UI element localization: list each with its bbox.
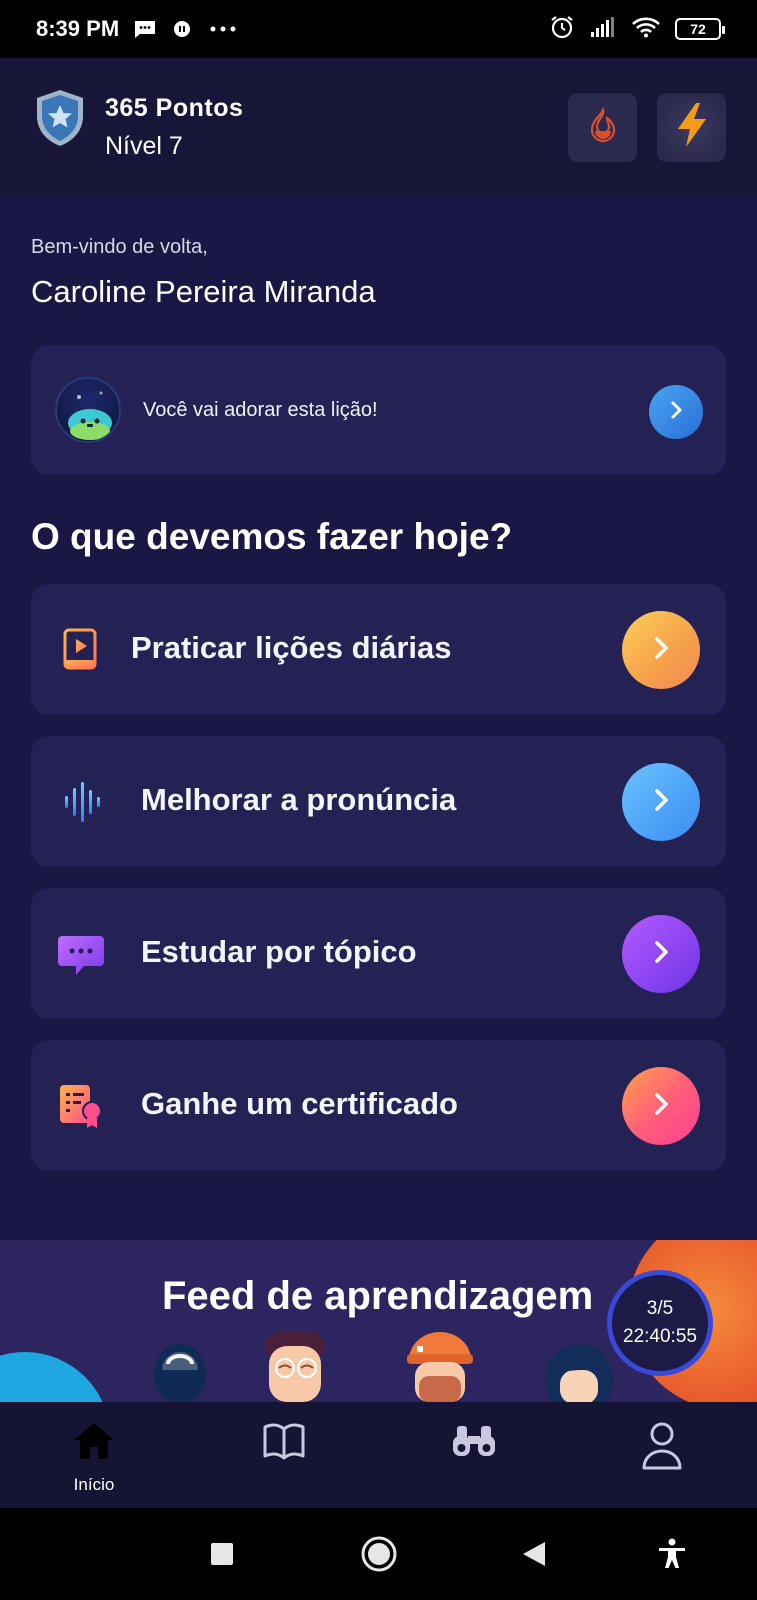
learning-feed-banner[interactable]: Feed de aprendizagem 3/5 22:40:55: [0, 1240, 757, 1402]
points-count: 365 Pontos: [105, 94, 244, 122]
more-dots-icon: [209, 19, 236, 39]
action-topic-study[interactable]: Estudar por tópico: [31, 888, 726, 1019]
shield-star-icon: [33, 88, 87, 148]
mascot-avatar-icon: [55, 377, 121, 443]
action-label: Ganhe um certificado: [141, 1086, 458, 1121]
chevron-right-icon: [650, 938, 672, 971]
character-woman-dark-hair-icon: [545, 1344, 613, 1402]
character-man-glasses-icon: [265, 1332, 325, 1402]
sound-wave-icon: [53, 774, 109, 830]
streak-button[interactable]: [568, 93, 637, 162]
pronunciation-go-button[interactable]: [622, 763, 700, 841]
action-daily-lessons[interactable]: Praticar lições diárias: [31, 584, 726, 715]
chevron-right-icon: [667, 399, 685, 426]
book-icon: [261, 1420, 307, 1467]
topic-study-go-button[interactable]: [622, 915, 700, 993]
nav-home[interactable]: Início: [46, 1420, 142, 1500]
action-certificate[interactable]: Ganhe um certificado: [31, 1040, 726, 1171]
home-circle-icon[interactable]: [357, 1532, 401, 1576]
status-right: 72: [549, 14, 725, 45]
action-label: Praticar lições diárias: [131, 630, 452, 665]
timer-count: 3/5: [646, 1298, 674, 1319]
chevron-right-icon: [650, 634, 672, 667]
action-label: Estudar por tópico: [141, 934, 417, 969]
message-icon: [133, 19, 157, 39]
wifi-icon: [631, 16, 661, 43]
suggestion-text: Você vai adorar esta lição!: [143, 399, 378, 421]
chat-bubble-icon: [53, 926, 109, 982]
user-name: Caroline Pereira Miranda: [31, 274, 376, 309]
signal-icon: [589, 16, 617, 43]
feed-timer: 3/5 22:40:55: [607, 1270, 713, 1376]
nav-profile[interactable]: [614, 1420, 710, 1500]
status-time: 8:39 PM: [36, 16, 120, 41]
bottom-navigation: Início: [0, 1402, 757, 1508]
back-triangle-icon[interactable]: [512, 1532, 556, 1576]
record-icon: [171, 19, 195, 39]
recents-square-icon[interactable]: [200, 1532, 244, 1576]
chevron-right-icon: [650, 1090, 672, 1123]
section-title: O que devemos fazer hoje?: [31, 516, 513, 557]
lesson-book-icon: [53, 622, 109, 678]
home-icon: [71, 1420, 117, 1467]
alarm-icon: [549, 14, 575, 45]
daily-lessons-go-button[interactable]: [622, 611, 700, 689]
certificate-icon: [53, 1078, 109, 1134]
status-left: 8:39 PM: [36, 16, 236, 42]
chevron-right-icon: [650, 786, 672, 819]
certificate-go-button[interactable]: [622, 1067, 700, 1145]
action-pronunciation[interactable]: Melhorar a pronúncia: [31, 736, 726, 867]
energy-button[interactable]: [657, 93, 726, 162]
suggestion-go-button[interactable]: [649, 385, 703, 439]
app-header: 365 Pontos Nível 7: [0, 58, 757, 198]
level-label: Nível 7: [105, 132, 183, 160]
flame-outline-icon: [586, 106, 620, 148]
profile-icon: [639, 1420, 685, 1477]
lightning-icon: [672, 101, 712, 154]
timer-time: 22:40:55: [623, 1326, 697, 1347]
nav-explore[interactable]: [426, 1420, 522, 1500]
nav-lessons[interactable]: [236, 1420, 332, 1500]
character-man-beanie-icon: [407, 1332, 473, 1402]
binoculars-icon: [449, 1420, 499, 1467]
status-bar: 8:39 PM 72: [0, 0, 757, 58]
lesson-suggestion-card[interactable]: Você vai adorar esta lição!: [31, 345, 726, 475]
accessibility-icon[interactable]: [650, 1532, 694, 1576]
battery-icon: 72: [675, 18, 725, 40]
welcome-greeting: Bem-vindo de volta,: [31, 236, 208, 258]
character-woman-icon: [154, 1344, 206, 1402]
nav-home-label: Início: [73, 1475, 115, 1494]
decorative-blob: [0, 1352, 110, 1402]
feed-title: Feed de aprendizagem: [162, 1274, 594, 1318]
action-label: Melhorar a pronúncia: [141, 782, 457, 817]
system-navigation: [0, 1508, 757, 1600]
